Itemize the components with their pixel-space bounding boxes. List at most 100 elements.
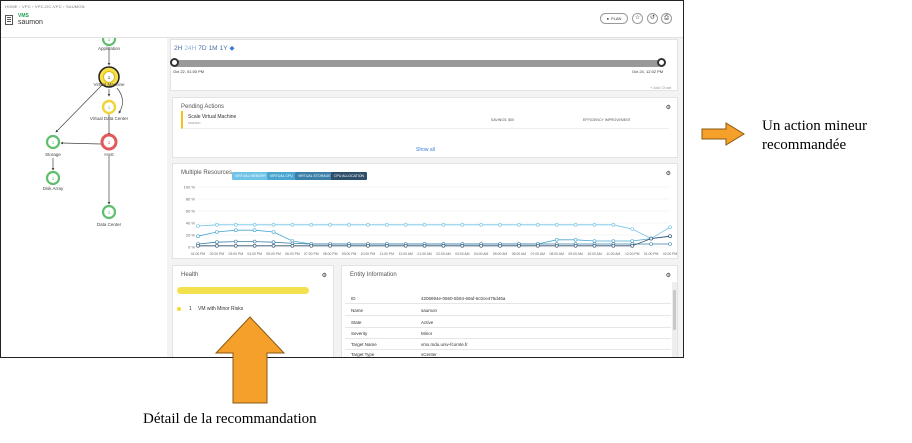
pending-action-row[interactable]: Scale Virtual Machine saumon SAVINGS: $0… bbox=[181, 111, 669, 129]
series-point[interactable] bbox=[309, 244, 314, 248]
legend-virtual-memory[interactable]: VIRTUAL MEMORY bbox=[232, 172, 270, 180]
series-point[interactable] bbox=[554, 222, 559, 227]
series-point[interactable] bbox=[592, 239, 597, 243]
series-point[interactable] bbox=[309, 222, 314, 227]
series-point[interactable] bbox=[403, 222, 408, 227]
gear-icon[interactable]: ⚙ bbox=[322, 272, 327, 279]
series-point[interactable] bbox=[215, 244, 219, 248]
series-point[interactable] bbox=[498, 244, 502, 248]
node-host[interactable]: 1 bbox=[100, 133, 118, 151]
gear-icon[interactable]: ⚙ bbox=[666, 170, 671, 177]
node-disk-array[interactable]: 1 bbox=[45, 170, 61, 186]
node-virtual-data-center[interactable]: 1 bbox=[101, 99, 117, 115]
series-point[interactable] bbox=[215, 222, 219, 227]
series-point[interactable] bbox=[196, 234, 200, 239]
range-24h[interactable]: 24H bbox=[184, 45, 196, 52]
series-point[interactable] bbox=[252, 244, 257, 248]
series-point[interactable] bbox=[611, 244, 616, 248]
series-point[interactable] bbox=[536, 244, 540, 248]
add-chart-link[interactable]: + Add Chart bbox=[650, 85, 671, 90]
series-point[interactable] bbox=[215, 230, 219, 234]
series-point[interactable] bbox=[385, 244, 389, 248]
series-point[interactable] bbox=[611, 222, 616, 227]
series-point[interactable] bbox=[630, 227, 635, 231]
series-point[interactable] bbox=[592, 244, 597, 248]
series-point[interactable] bbox=[554, 237, 559, 242]
series-point[interactable] bbox=[460, 222, 465, 227]
breadcrumb[interactable]: HOME › VPC › VPC-DC-VPC › SAUMON bbox=[5, 4, 85, 9]
series-point[interactable] bbox=[441, 222, 446, 227]
series-point[interactable] bbox=[611, 239, 616, 243]
timeline-start-handle[interactable] bbox=[170, 58, 179, 67]
entity-scrollbar-thumb[interactable] bbox=[673, 290, 676, 330]
series-point[interactable] bbox=[290, 222, 295, 227]
series-point[interactable] bbox=[215, 240, 219, 245]
plan-button[interactable]: ● PLAN bbox=[600, 13, 628, 24]
print-button[interactable]: ⎙ bbox=[661, 13, 672, 24]
series-point[interactable] bbox=[630, 244, 635, 248]
series-point[interactable] bbox=[196, 224, 200, 228]
series-point[interactable] bbox=[366, 244, 370, 248]
series-point[interactable] bbox=[536, 222, 540, 227]
series-point[interactable] bbox=[328, 244, 332, 248]
series-point[interactable] bbox=[422, 244, 427, 248]
series-point[interactable] bbox=[573, 244, 578, 248]
legend-virtual-cpu[interactable]: VIRTUAL CPU bbox=[267, 172, 296, 180]
gear-icon[interactable]: ⚙ bbox=[666, 272, 671, 279]
series-point[interactable] bbox=[233, 239, 238, 244]
node-storage[interactable]: 1 bbox=[45, 134, 61, 150]
show-all-link[interactable]: Show all bbox=[416, 147, 435, 153]
node-data-center[interactable]: 1 bbox=[101, 204, 117, 220]
series-point[interactable] bbox=[649, 236, 653, 241]
series-point[interactable] bbox=[573, 222, 578, 227]
series-point[interactable] bbox=[366, 222, 370, 227]
series-point[interactable] bbox=[498, 222, 502, 227]
series-point[interactable] bbox=[328, 222, 332, 227]
series-point[interactable] bbox=[347, 244, 351, 248]
gear-icon[interactable]: ⚙ bbox=[666, 104, 671, 111]
range-1y[interactable]: 1Y bbox=[220, 45, 228, 52]
series-point[interactable] bbox=[271, 240, 276, 245]
range-7d[interactable]: 7D bbox=[198, 45, 206, 52]
series-point[interactable] bbox=[233, 228, 238, 233]
timeline-slider[interactable] bbox=[173, 60, 661, 67]
undo-button[interactable]: ↺ bbox=[647, 13, 658, 24]
series-point[interactable] bbox=[403, 244, 408, 248]
series-point[interactable] bbox=[196, 244, 200, 248]
series-point[interactable] bbox=[517, 244, 521, 248]
series-point[interactable] bbox=[271, 230, 276, 234]
series-point[interactable] bbox=[385, 222, 389, 227]
series-point[interactable] bbox=[573, 237, 578, 242]
legend-cpu-allocation[interactable]: CPU ALLOCATION bbox=[331, 172, 368, 180]
series-point[interactable] bbox=[479, 244, 484, 248]
series-point[interactable] bbox=[271, 244, 276, 248]
range-1m[interactable]: 1M bbox=[209, 45, 218, 52]
series-point[interactable] bbox=[649, 242, 653, 246]
series-point[interactable] bbox=[252, 228, 257, 233]
series-point[interactable] bbox=[252, 239, 257, 244]
series-point[interactable] bbox=[422, 222, 427, 227]
series-point[interactable] bbox=[252, 222, 257, 227]
health-risk-text[interactable]: VM with Minor Risks bbox=[198, 306, 243, 312]
series-point[interactable] bbox=[668, 242, 672, 246]
range-2h[interactable]: 2H bbox=[174, 45, 182, 52]
series-point[interactable] bbox=[592, 222, 597, 227]
timeline-end-handle[interactable] bbox=[657, 58, 666, 67]
series-point[interactable] bbox=[460, 244, 465, 248]
series-point[interactable] bbox=[554, 244, 559, 248]
series-point[interactable] bbox=[233, 222, 238, 227]
series-point[interactable] bbox=[479, 222, 484, 227]
series-point[interactable] bbox=[290, 244, 295, 248]
series-point[interactable] bbox=[517, 222, 521, 227]
series-point[interactable] bbox=[233, 244, 238, 248]
node-application[interactable]: 1 bbox=[101, 38, 117, 47]
star-button[interactable]: ☆ bbox=[632, 13, 643, 24]
series-point[interactable] bbox=[347, 222, 351, 227]
series-point[interactable] bbox=[630, 239, 635, 243]
series-point[interactable] bbox=[271, 222, 276, 227]
series-point[interactable] bbox=[441, 244, 446, 248]
calendar-icon[interactable]: ◆ bbox=[230, 45, 235, 52]
series-point[interactable] bbox=[668, 234, 672, 239]
series-point[interactable] bbox=[668, 225, 672, 230]
legend-virtual-storage[interactable]: VIRTUAL STORAGE bbox=[295, 172, 334, 180]
